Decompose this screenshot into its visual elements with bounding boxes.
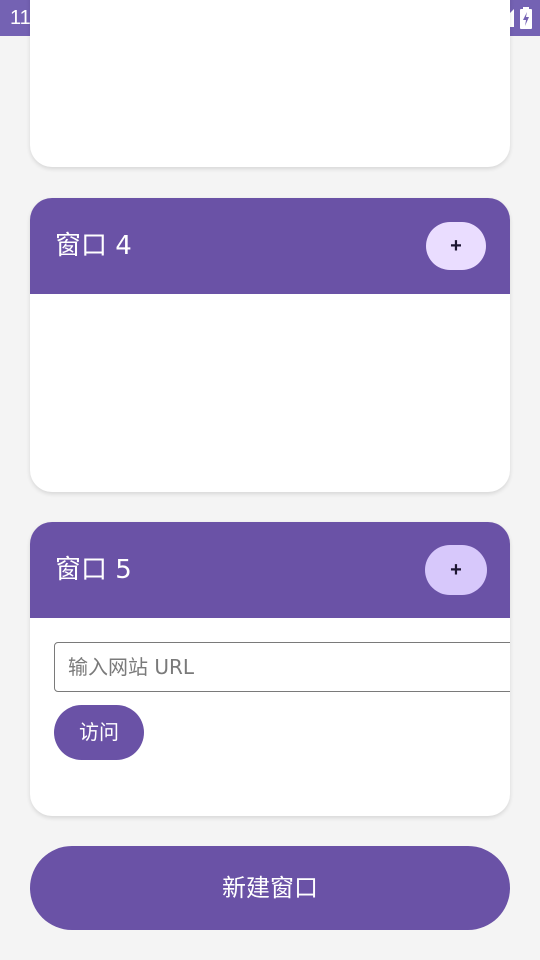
window-card-header: 窗口 4 + [30,198,510,294]
window-card-previous [30,0,510,167]
window-card-4: 窗口 4 + [30,198,510,492]
add-tab-button[interactable]: + [425,545,487,595]
add-tab-button[interactable]: + [426,222,486,270]
window-card-header: 窗口 5 + [30,522,510,618]
window-title: 窗口 4 [55,231,132,261]
window-card-5: 窗口 5 + 访问 [30,522,510,816]
new-window-button[interactable]: 新建窗口 [30,846,510,930]
window-title: 窗口 5 [55,555,132,585]
url-input[interactable] [54,642,510,692]
visit-button[interactable]: 访问 [54,705,144,760]
battery-charging-icon [520,7,532,29]
